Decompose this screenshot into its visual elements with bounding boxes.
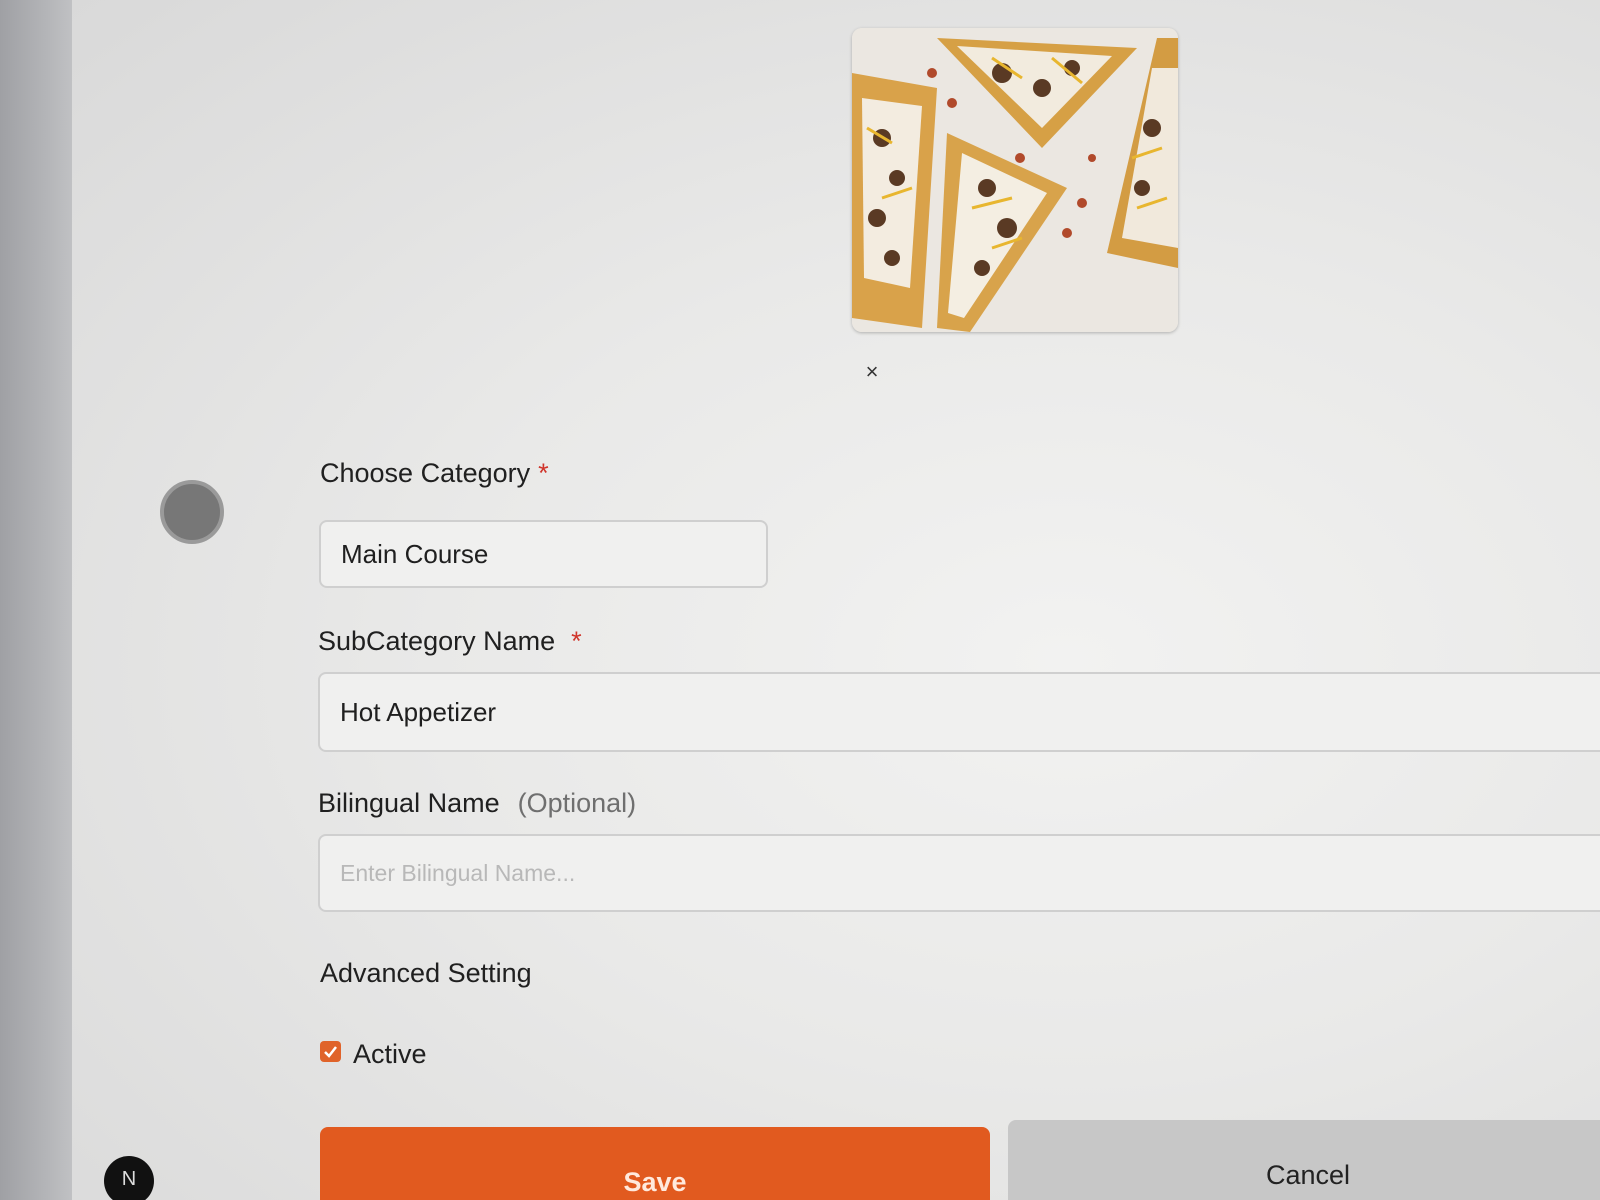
category-label-text: Choose Category bbox=[320, 458, 531, 488]
required-marker: * bbox=[571, 626, 582, 656]
food-photo-icon bbox=[852, 28, 1178, 332]
device-bezel bbox=[0, 0, 78, 1200]
scroll-handle[interactable] bbox=[160, 480, 224, 544]
bilingual-input[interactable]: Enter Bilingual Name... bbox=[318, 834, 1600, 912]
corner-badge[interactable]: N bbox=[104, 1156, 154, 1200]
save-button[interactable]: Save bbox=[320, 1127, 990, 1200]
optional-note: (Optional) bbox=[517, 788, 637, 818]
category-label: Choose Category * bbox=[320, 458, 549, 489]
required-marker: * bbox=[538, 458, 549, 488]
checkmark-icon bbox=[324, 1046, 337, 1058]
subcategory-input[interactable]: Hot Appetizer bbox=[318, 672, 1600, 752]
bilingual-label-text: Bilingual Name bbox=[318, 788, 500, 818]
category-image bbox=[852, 28, 1178, 332]
bilingual-label: Bilingual Name (Optional) bbox=[318, 788, 636, 819]
category-select[interactable]: Main Course bbox=[319, 520, 768, 588]
active-checkbox[interactable] bbox=[320, 1041, 341, 1062]
active-label[interactable]: Active bbox=[353, 1039, 427, 1070]
subcategory-label: SubCategory Name * bbox=[318, 626, 582, 657]
subcategory-label-text: SubCategory Name bbox=[318, 626, 556, 656]
advanced-setting-heading: Advanced Setting bbox=[320, 958, 532, 988]
screen-area bbox=[72, 0, 1600, 1200]
cancel-button[interactable]: Cancel bbox=[1008, 1120, 1600, 1200]
remove-image-icon[interactable]: × bbox=[862, 361, 882, 383]
